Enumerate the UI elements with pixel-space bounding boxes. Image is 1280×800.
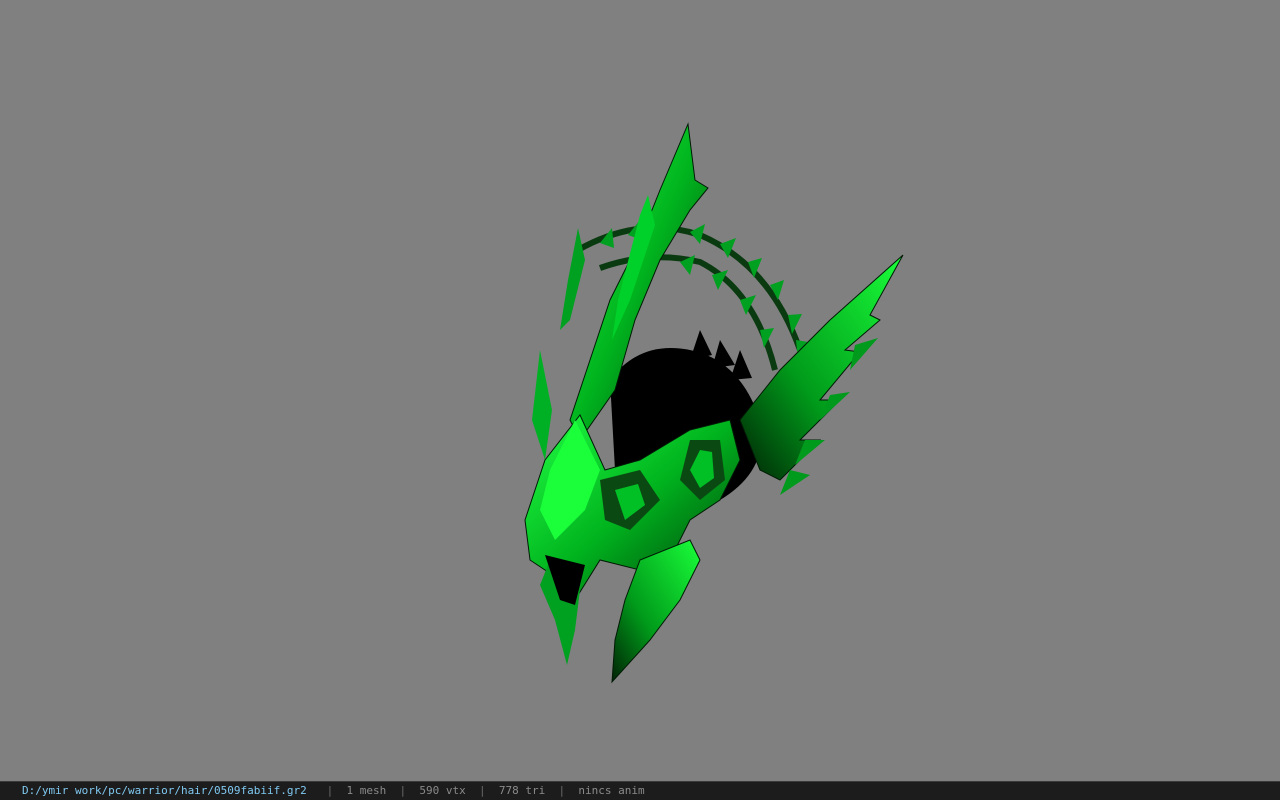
triangle-count-label: 778 tri — [498, 784, 546, 797]
status-separator: | — [479, 784, 486, 797]
file-path-label: D:/ymir work/pc/warrior/hair/0509fabiif.… — [22, 784, 307, 797]
status-separator: | — [399, 784, 407, 797]
vertex-count-label: 590 vtx — [419, 784, 466, 797]
status-bar: D:/ymir work/pc/warrior/hair/0509fabiif.… — [0, 781, 1280, 800]
animation-status-label: nincs anim — [578, 784, 645, 797]
status-separator: | — [326, 784, 334, 797]
mesh-count-label: 1 mesh — [346, 784, 387, 797]
3d-viewport[interactable] — [0, 0, 1280, 781]
status-separator: | — [558, 784, 566, 797]
helmet-model-render — [524, 122, 904, 684]
